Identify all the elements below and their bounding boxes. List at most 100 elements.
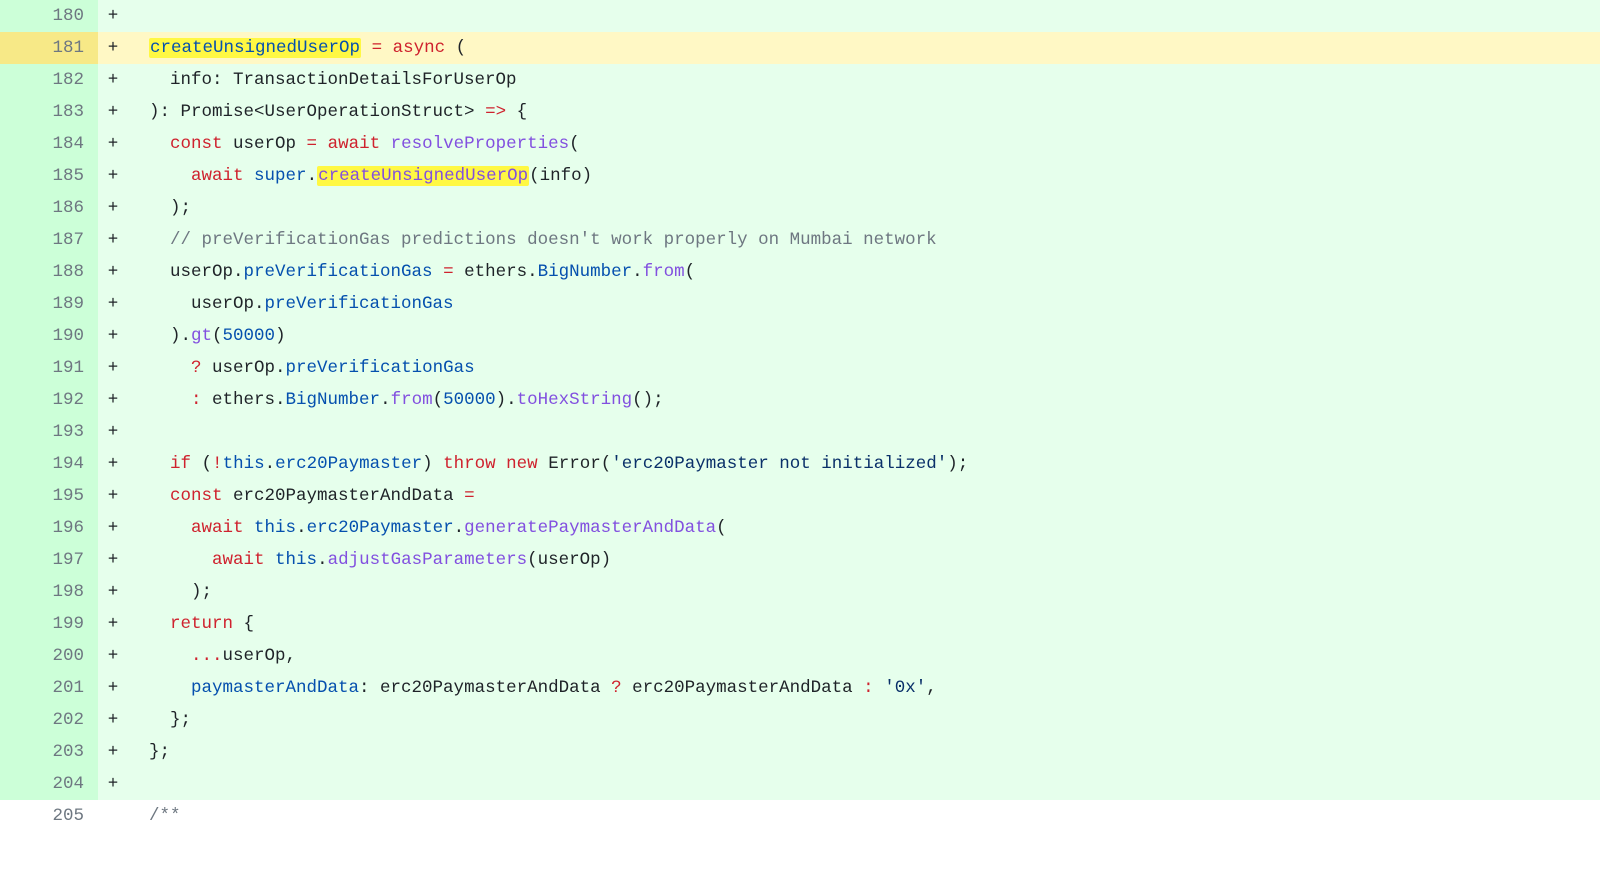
- code-token: userOp.: [202, 358, 286, 378]
- line-number[interactable]: 192: [0, 384, 98, 416]
- code-token: if: [170, 454, 191, 474]
- code-token: preVerificationGas: [286, 358, 475, 378]
- code-row: 196+ await this.erc20Paymaster.generateP…: [0, 512, 1600, 544]
- diff-marker: +: [98, 576, 128, 608]
- code-token: from: [391, 390, 433, 410]
- code-cell[interactable]: );: [128, 576, 1600, 608]
- code-cell[interactable]: return {: [128, 608, 1600, 640]
- line-number[interactable]: 189: [0, 288, 98, 320]
- code-cell[interactable]: [128, 768, 1600, 800]
- code-token: );: [128, 582, 212, 602]
- code-token: };: [128, 742, 170, 762]
- line-number[interactable]: 193: [0, 416, 98, 448]
- line-number[interactable]: 180: [0, 0, 98, 32]
- code-cell[interactable]: const erc20PaymasterAndData =: [128, 480, 1600, 512]
- code-cell[interactable]: await super.createUnsignedUserOp(info): [128, 160, 1600, 192]
- diff-marker: +: [98, 224, 128, 256]
- diff-marker: +: [98, 544, 128, 576]
- line-number[interactable]: 200: [0, 640, 98, 672]
- line-number[interactable]: 184: [0, 128, 98, 160]
- code-cell[interactable]: info: TransactionDetailsForUserOp: [128, 64, 1600, 96]
- line-number[interactable]: 185: [0, 160, 98, 192]
- line-number[interactable]: 196: [0, 512, 98, 544]
- diff-marker: +: [98, 480, 128, 512]
- code-token: (: [445, 38, 466, 58]
- diff-marker: +: [98, 288, 128, 320]
- code-cell[interactable]: ...userOp,: [128, 640, 1600, 672]
- code-token: ,: [926, 678, 937, 698]
- code-token: erc20Paymaster: [307, 518, 454, 538]
- code-token: ).: [496, 390, 517, 410]
- code-cell[interactable]: ? userOp.preVerificationGas: [128, 352, 1600, 384]
- line-number[interactable]: 191: [0, 352, 98, 384]
- code-token: 'erc20Paymaster not initialized': [611, 454, 947, 474]
- line-number[interactable]: 202: [0, 704, 98, 736]
- code-token: await: [328, 134, 381, 154]
- line-number[interactable]: 199: [0, 608, 98, 640]
- code-row: 204+: [0, 768, 1600, 800]
- code-cell[interactable]: [128, 416, 1600, 448]
- code-token: (: [716, 518, 727, 538]
- code-token: BigNumber: [538, 262, 633, 282]
- line-number[interactable]: 182: [0, 64, 98, 96]
- diff-marker: +: [98, 128, 128, 160]
- line-number[interactable]: 203: [0, 736, 98, 768]
- code-token: this: [275, 550, 317, 570]
- code-cell[interactable]: // preVerificationGas predictions doesn'…: [128, 224, 1600, 256]
- code-cell[interactable]: userOp.preVerificationGas: [128, 288, 1600, 320]
- code-cell[interactable]: };: [128, 704, 1600, 736]
- code-token: :: [191, 390, 202, 410]
- code-cell[interactable]: /**: [128, 800, 1600, 832]
- line-number[interactable]: 195: [0, 480, 98, 512]
- code-token: (: [191, 454, 212, 474]
- code-cell[interactable]: };: [128, 736, 1600, 768]
- line-number[interactable]: 188: [0, 256, 98, 288]
- line-number[interactable]: 201: [0, 672, 98, 704]
- code-token: (: [433, 390, 444, 410]
- code-token: !: [212, 454, 223, 474]
- code-token: preVerificationGas: [244, 262, 433, 282]
- code-cell[interactable]: const userOp = await resolveProperties(: [128, 128, 1600, 160]
- code-cell[interactable]: if (!this.erc20Paymaster) throw new Erro…: [128, 448, 1600, 480]
- line-number[interactable]: 186: [0, 192, 98, 224]
- diff-marker: +: [98, 0, 128, 32]
- code-token: [244, 518, 255, 538]
- code-token: =: [443, 262, 454, 282]
- code-cell[interactable]: );: [128, 192, 1600, 224]
- code-token: createUnsignedUserOp: [317, 166, 529, 186]
- code-cell[interactable]: await this.adjustGasParameters(userOp): [128, 544, 1600, 576]
- code-cell[interactable]: ).gt(50000): [128, 320, 1600, 352]
- code-row: 190+ ).gt(50000): [0, 320, 1600, 352]
- line-number[interactable]: 198: [0, 576, 98, 608]
- diff-marker: +: [98, 768, 128, 800]
- code-row: 186+ );: [0, 192, 1600, 224]
- line-number[interactable]: 204: [0, 768, 98, 800]
- code-token: : erc20PaymasterAndData: [359, 678, 611, 698]
- code-cell[interactable]: userOp.preVerificationGas = ethers.BigNu…: [128, 256, 1600, 288]
- line-number[interactable]: 197: [0, 544, 98, 576]
- code-cell[interactable]: [128, 0, 1600, 32]
- code-cell[interactable]: await this.erc20Paymaster.generatePaymas…: [128, 512, 1600, 544]
- code-token: await: [191, 518, 244, 538]
- code-cell[interactable]: : ethers.BigNumber.from(50000).toHexStri…: [128, 384, 1600, 416]
- code-token: [128, 806, 149, 826]
- line-number[interactable]: 194: [0, 448, 98, 480]
- code-token: [128, 678, 191, 698]
- diff-marker: +: [98, 96, 128, 128]
- code-row: 189+ userOp.preVerificationGas: [0, 288, 1600, 320]
- line-number[interactable]: 205: [0, 800, 98, 832]
- code-token: erc20PaymasterAndData: [223, 486, 465, 506]
- code-token: '0x': [884, 678, 926, 698]
- code-cell[interactable]: ): Promise<UserOperationStruct> => {: [128, 96, 1600, 128]
- code-token: :: [863, 678, 874, 698]
- line-number[interactable]: 190: [0, 320, 98, 352]
- line-number[interactable]: 183: [0, 96, 98, 128]
- diff-marker: +: [98, 640, 128, 672]
- code-token: ): [275, 326, 286, 346]
- code-token: [128, 358, 191, 378]
- line-number[interactable]: 187: [0, 224, 98, 256]
- line-number[interactable]: 181: [0, 32, 98, 64]
- code-cell[interactable]: createUnsignedUserOp = async (: [128, 32, 1600, 64]
- code-cell[interactable]: paymasterAndData: erc20PaymasterAndData …: [128, 672, 1600, 704]
- diff-marker: +: [98, 32, 128, 64]
